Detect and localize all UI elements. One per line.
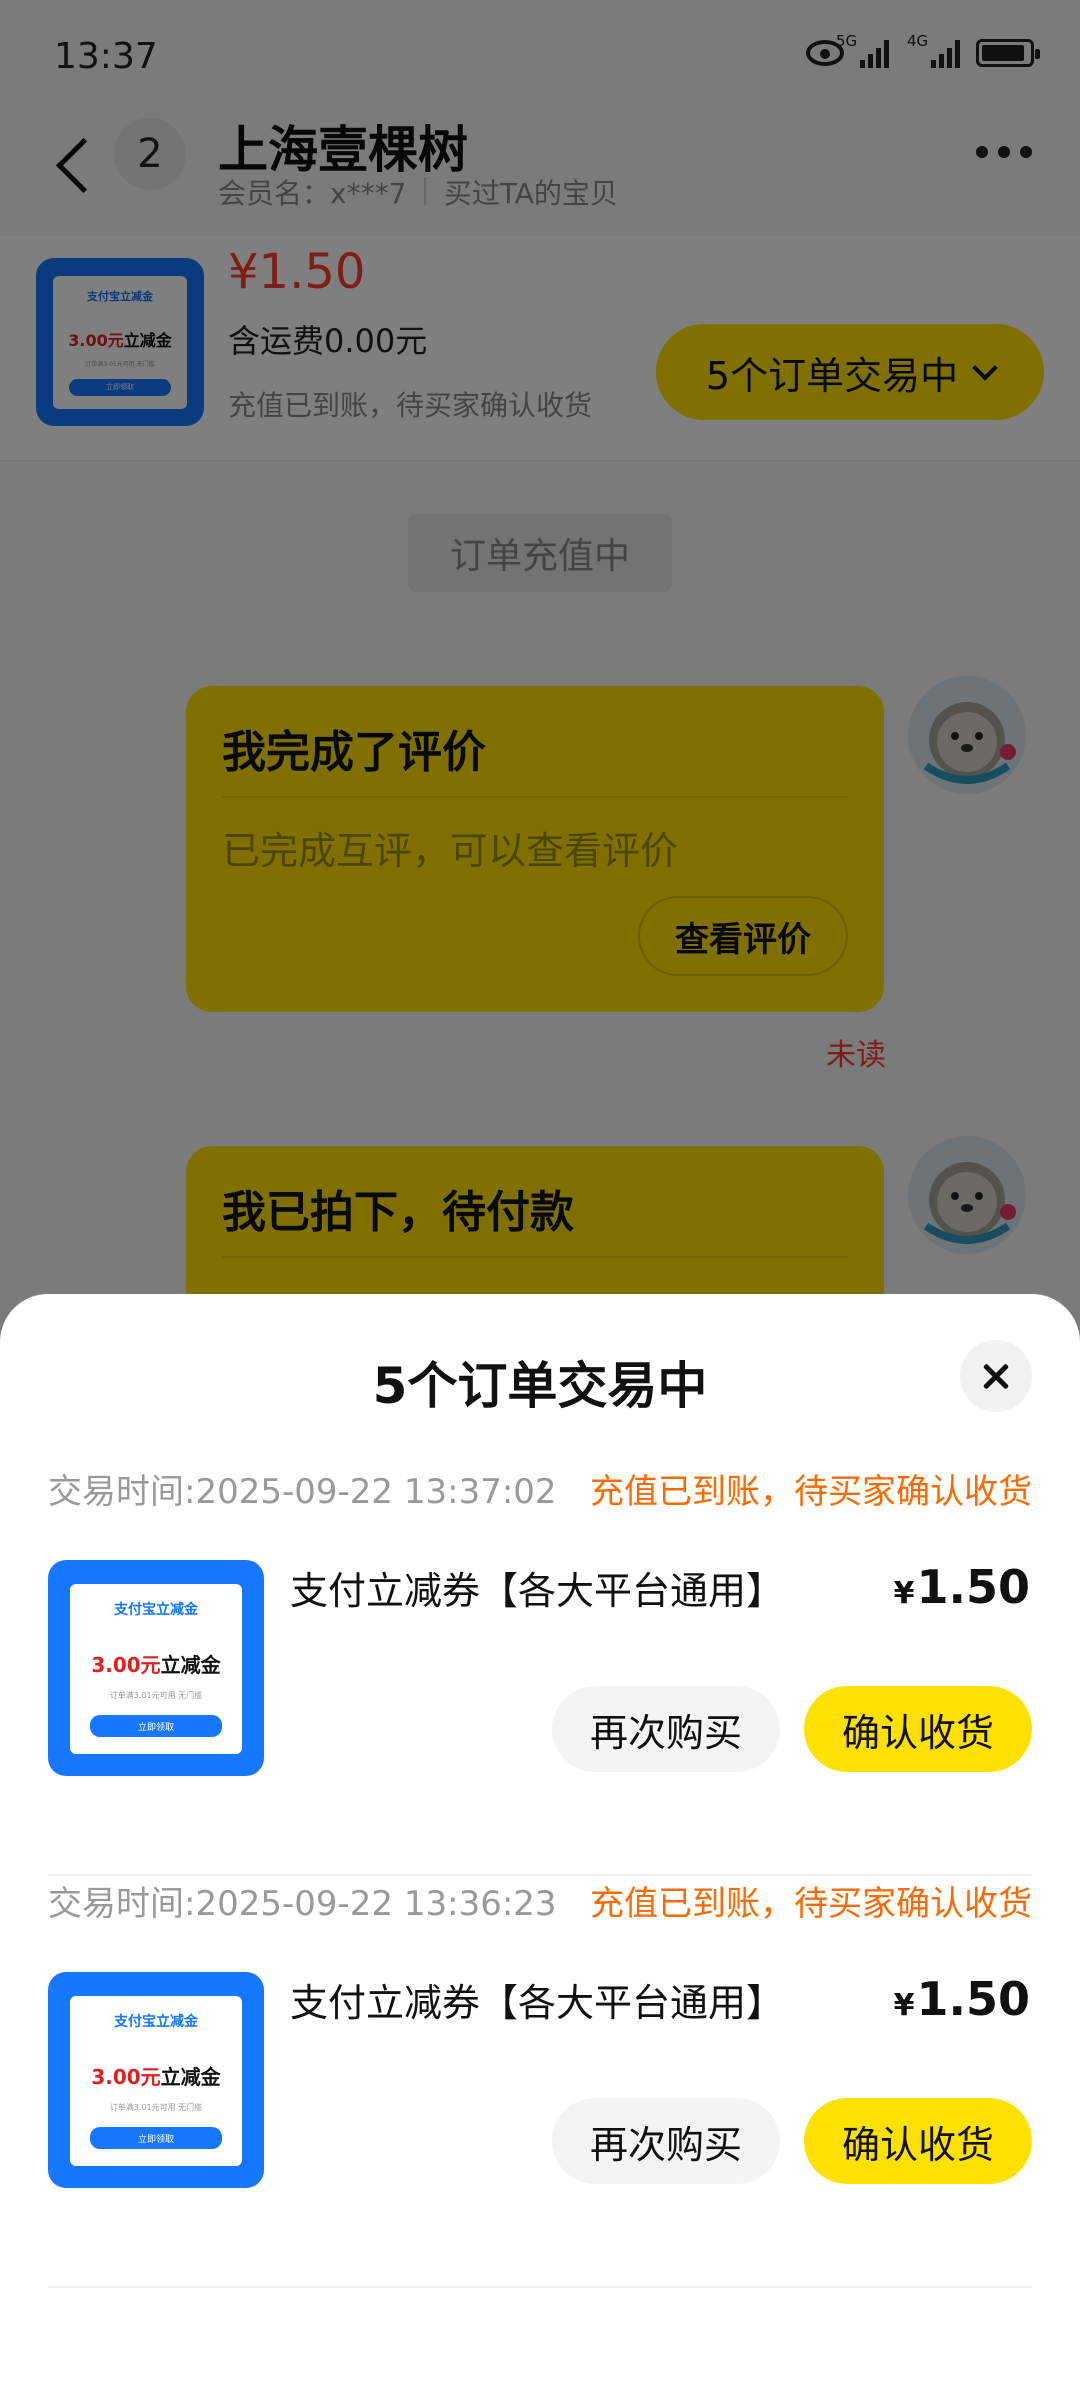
coupon-amount-value: 3.00元 xyxy=(91,2064,161,2089)
confirm-receipt-button[interactable]: 确认收货 xyxy=(804,2098,1032,2184)
currency-symbol: ¥ xyxy=(893,1988,915,2023)
order-time: 交易时间:2025-09-22 13:36:23 xyxy=(48,1884,557,1924)
order-item[interactable]: 交易时间:2025-09-22 13:37:02 充值已到账，待买家确认收货 支… xyxy=(0,1464,1080,1876)
coupon-image: 支付宝立减金 3.00元立减金 订单满3.01元可用 无门槛 立即领取 xyxy=(48,1560,264,1776)
product-name[interactable]: 支付立减券【各大平台通用】 xyxy=(290,1972,784,2027)
coupon-get-button: 立即领取 xyxy=(90,1715,222,1738)
order-status: 充值已到账，待买家确认收货 xyxy=(590,1472,1032,1512)
coupon-amount: 3.00元立减金 xyxy=(70,2061,243,2090)
price-value: 1.50 xyxy=(916,1972,1031,2026)
currency-symbol: ¥ xyxy=(893,1576,915,1611)
coupon-card: 支付宝立减金 3.00元立减金 订单满3.01元可用 无门槛 立即领取 xyxy=(69,1583,243,1755)
order-thumbnail[interactable]: 支付宝立减金 3.00元立减金 订单满3.01元可用 无门槛 立即领取 xyxy=(48,1972,264,2188)
order-item[interactable]: 交易时间:2025-09-22 13:36:23 充值已到账，待买家确认收货 支… xyxy=(0,1876,1080,2288)
product-name[interactable]: 支付立减券【各大平台通用】 xyxy=(290,1560,784,1615)
coupon-image: 支付宝立减金 3.00元立减金 订单满3.01元可用 无门槛 立即领取 xyxy=(48,1972,264,2188)
buy-again-button[interactable]: 再次购买 xyxy=(552,2098,780,2184)
coupon-header: 支付宝立减金 xyxy=(113,1602,198,1619)
coupon-notch xyxy=(241,2080,256,2094)
coupon-amount-label: 立减金 xyxy=(160,2064,221,2089)
coupon-notch xyxy=(241,1668,256,1682)
product-price: ¥1.50 xyxy=(894,1972,1030,2026)
sheet-title: 5个订单交易中 xyxy=(372,1357,708,1415)
order-status: 充值已到账，待买家确认收货 xyxy=(590,1884,1032,1924)
coupon-amount-value: 3.00元 xyxy=(91,1652,161,1677)
order-time: 交易时间:2025-09-22 13:37:02 xyxy=(48,1472,557,1512)
order-thumbnail[interactable]: 支付宝立减金 3.00元立减金 订单满3.01元可用 无门槛 立即领取 xyxy=(48,1560,264,1776)
coupon-notch xyxy=(56,2080,71,2094)
coupon-fine-print: 订单满3.01元可用 无门槛 xyxy=(109,1690,203,1700)
orders-bottom-sheet: 5个订单交易中 交易时间:2025-09-22 13:37:02 充值已到账，待… xyxy=(0,1294,1080,2388)
confirm-receipt-button[interactable]: 确认收货 xyxy=(804,1686,1032,1772)
coupon-card: 支付宝立减金 3.00元立减金 订单满3.01元可用 无门槛 立即领取 xyxy=(69,1995,243,2167)
product-price: ¥1.50 xyxy=(894,1560,1030,1614)
buy-again-button[interactable]: 再次购买 xyxy=(552,1686,780,1772)
coupon-fine-print: 订单满3.01元可用 无门槛 xyxy=(109,2102,203,2112)
order-divider xyxy=(48,2286,1032,2288)
price-value: 1.50 xyxy=(916,1560,1031,1614)
coupon-amount: 3.00元立减金 xyxy=(70,1649,243,1678)
close-button[interactable] xyxy=(960,1340,1032,1412)
coupon-get-button: 立即领取 xyxy=(90,2127,222,2150)
coupon-amount-label: 立减金 xyxy=(160,1652,221,1677)
coupon-notch xyxy=(56,1668,71,1682)
coupon-header: 支付宝立减金 xyxy=(113,2014,198,2031)
